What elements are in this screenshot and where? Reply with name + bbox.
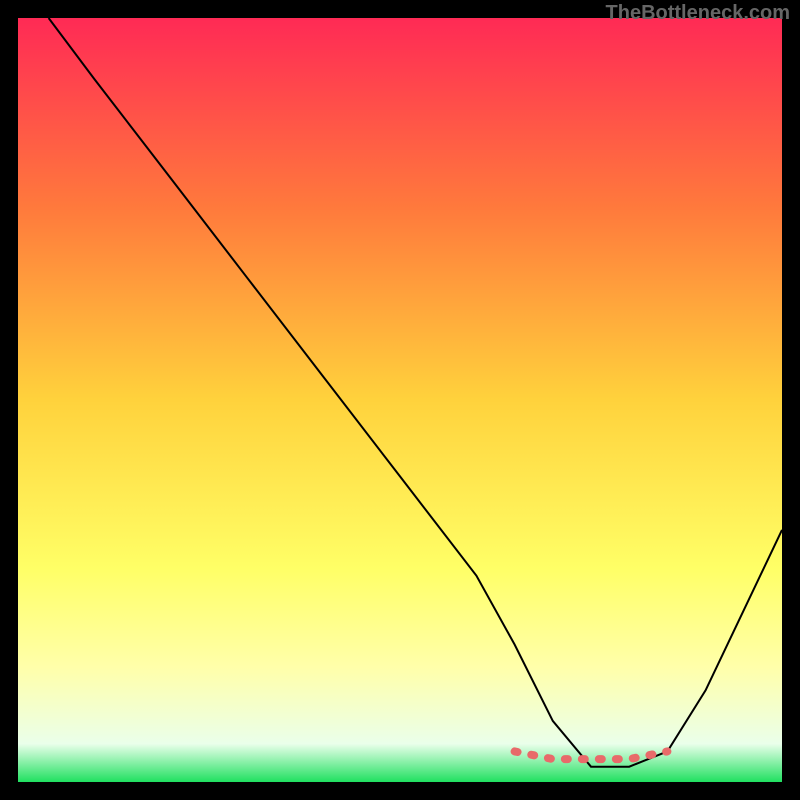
chart-svg [18,18,782,782]
watermark-text: TheBottleneck.com [606,2,790,25]
gradient-background [18,18,782,782]
chart-container [18,18,782,782]
